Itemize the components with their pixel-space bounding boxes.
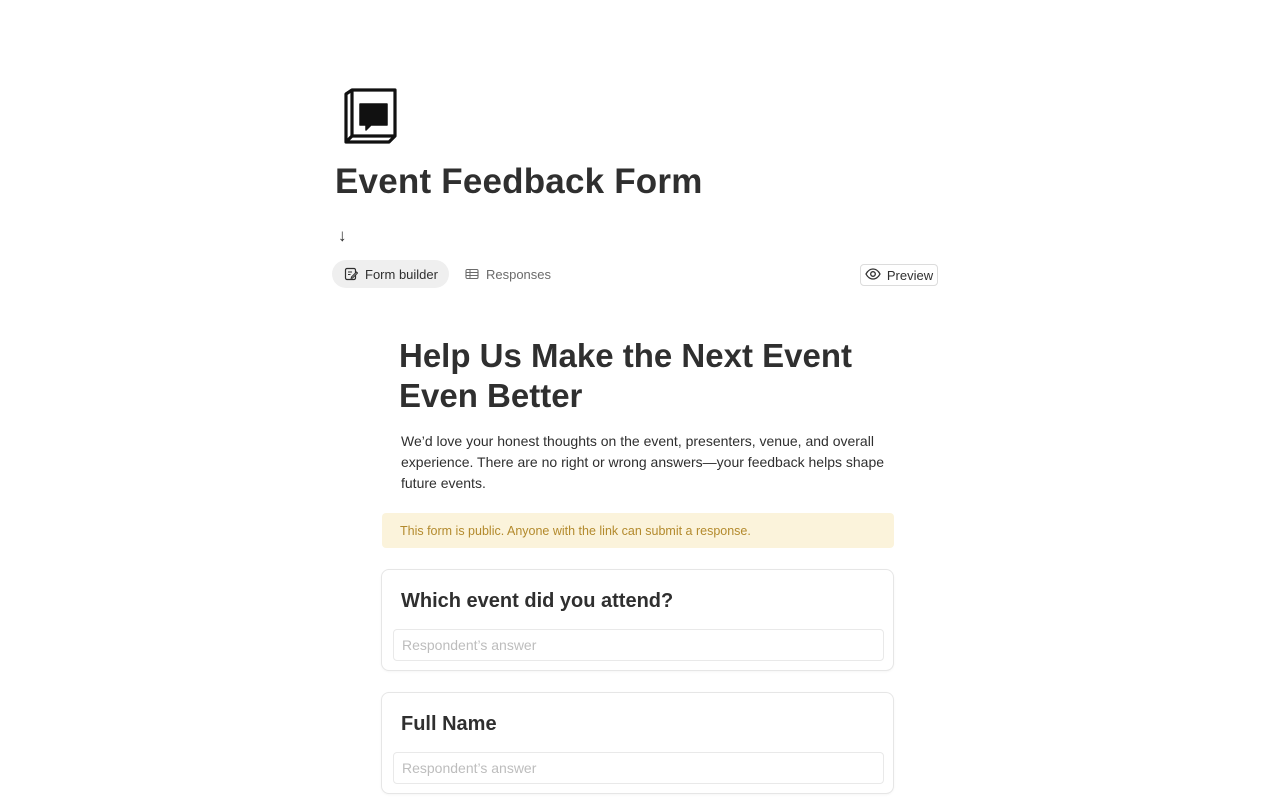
eye-icon [865, 267, 881, 283]
page-title: Event Feedback Form [335, 162, 703, 201]
preview-label: Preview [886, 267, 934, 283]
public-form-banner: This form is public. Anyone with the lin… [382, 513, 894, 548]
question-card-event[interactable]: Which event did you attend? [381, 569, 894, 671]
table-icon [465, 267, 479, 281]
view-tabs: Form builder Responses [332, 260, 562, 288]
answer-input[interactable] [393, 629, 884, 661]
answer-input[interactable] [393, 752, 884, 784]
arrow-down-icon[interactable]: ↓ [338, 226, 347, 246]
preview-button[interactable]: Preview [860, 264, 938, 286]
form-description[interactable]: We’d love your honest thoughts on the ev… [401, 431, 891, 494]
question-title[interactable]: Which event did you attend? [401, 589, 673, 613]
tab-form-builder[interactable]: Form builder [332, 260, 449, 288]
question-card-full-name[interactable]: Full Name [381, 692, 894, 794]
form-edit-icon [344, 267, 358, 281]
form-heading[interactable]: Help Us Make the Next Event Even Better [399, 336, 899, 416]
tab-responses[interactable]: Responses [453, 260, 562, 288]
tab-form-builder-label: Form builder [365, 266, 438, 282]
tab-responses-label: Responses [485, 266, 552, 282]
question-title[interactable]: Full Name [401, 712, 497, 736]
form-page: Event Feedback Form ↓ Form builder Respo… [0, 0, 1280, 800]
public-form-banner-text: This form is public. Anyone with the lin… [400, 523, 751, 538]
form-box-icon[interactable] [340, 86, 400, 146]
